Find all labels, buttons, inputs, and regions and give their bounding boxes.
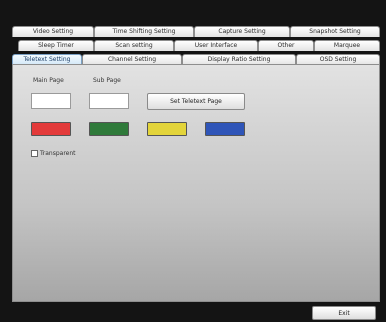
- tab-other[interactable]: Other: [258, 40, 314, 51]
- tab-row-2: Sleep Timer Scan setting User Interface …: [18, 40, 380, 51]
- tab-user-interface[interactable]: User Interface: [174, 40, 258, 51]
- exit-button[interactable]: Exit: [312, 306, 376, 320]
- transparent-label: Transparent: [40, 150, 76, 157]
- tab-capture-setting[interactable]: Capture Setting: [194, 26, 290, 37]
- yellow-button[interactable]: [147, 122, 187, 136]
- main-page-field[interactable]: [31, 93, 71, 109]
- tab-time-shifting-setting[interactable]: Time Shifting Setting: [94, 26, 194, 37]
- transparent-checkbox[interactable]: [31, 150, 38, 157]
- teletext-panel: Main Page Sub Page Set Teletext Page Tra…: [12, 64, 380, 302]
- sub-page-label: Sub Page: [93, 77, 121, 84]
- set-teletext-page-button[interactable]: Set Teletext Page: [147, 93, 245, 110]
- tab-sleep-timer[interactable]: Sleep Timer: [18, 40, 94, 51]
- tab-marquee[interactable]: Marquee: [314, 40, 380, 51]
- settings-window: Video Setting Time Shifting Setting Capt…: [0, 0, 386, 322]
- tab-scan-setting[interactable]: Scan setting: [94, 40, 174, 51]
- green-button[interactable]: [89, 122, 129, 136]
- tab-row-1: Video Setting Time Shifting Setting Capt…: [12, 26, 380, 37]
- main-page-label: Main Page: [33, 77, 64, 84]
- sub-page-field[interactable]: [89, 93, 129, 109]
- tab-video-setting[interactable]: Video Setting: [12, 26, 94, 37]
- blue-button[interactable]: [205, 122, 245, 136]
- tab-bar: Video Setting Time Shifting Setting Capt…: [12, 26, 380, 66]
- red-button[interactable]: [31, 122, 71, 136]
- tab-snapshot-setting[interactable]: Snapshot Setting: [290, 26, 380, 37]
